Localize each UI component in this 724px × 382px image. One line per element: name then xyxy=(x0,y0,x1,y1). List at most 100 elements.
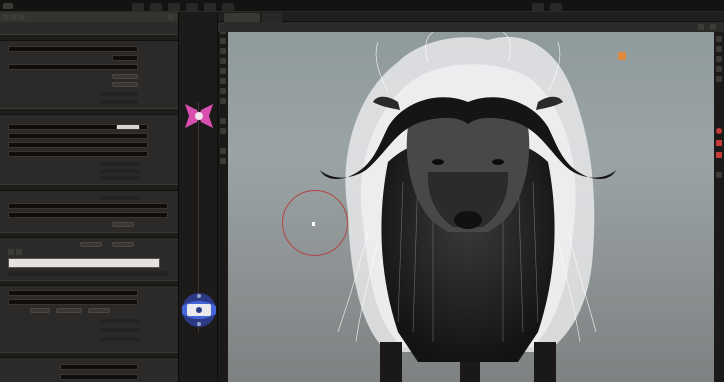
section-header-shading[interactable] xyxy=(0,108,178,115)
render-icon[interactable] xyxy=(716,66,722,72)
tab-5[interactable] xyxy=(203,3,216,11)
right-tab-strip xyxy=(530,0,720,12)
section-header-noise[interactable] xyxy=(0,280,178,286)
node-blue-shape xyxy=(182,293,216,327)
node-blue[interactable] xyxy=(181,282,217,338)
measure-icon[interactable] xyxy=(220,148,226,154)
checkbox-row-1[interactable] xyxy=(100,162,140,166)
snapshot-icon[interactable] xyxy=(716,172,722,178)
brush-icon[interactable] xyxy=(220,68,226,74)
tab-6[interactable] xyxy=(221,3,234,11)
add-guide-button[interactable] xyxy=(112,222,134,227)
gear-icon[interactable] xyxy=(3,14,9,20)
noise-row-2[interactable] xyxy=(100,328,140,332)
stat-row xyxy=(614,124,710,129)
tab-4[interactable] xyxy=(185,3,198,11)
node-pink-shape xyxy=(185,104,213,128)
scale-icon[interactable] xyxy=(220,58,226,64)
add-point-icon[interactable] xyxy=(8,249,14,255)
other-view-tab[interactable] xyxy=(262,13,282,22)
tab-2[interactable] xyxy=(149,3,162,11)
stat-row xyxy=(614,94,710,99)
stop-icon[interactable] xyxy=(716,152,722,158)
view-front-icon[interactable] xyxy=(716,36,722,42)
ramp-button-1[interactable] xyxy=(80,242,102,247)
checkbox-row-3[interactable] xyxy=(100,176,140,180)
smooth-icon[interactable] xyxy=(220,88,226,94)
remove-point-icon[interactable] xyxy=(16,249,22,255)
noise-button-1[interactable] xyxy=(30,308,50,313)
noise-field-2[interactable] xyxy=(8,299,138,305)
reset-button[interactable] xyxy=(112,82,138,87)
stat-row xyxy=(614,64,710,69)
scale-field[interactable] xyxy=(8,142,148,148)
apply-button[interactable] xyxy=(112,74,138,79)
pin-icon[interactable] xyxy=(11,14,17,20)
comb-icon[interactable] xyxy=(220,78,226,84)
section-header-guides[interactable] xyxy=(0,184,178,191)
noise-row-3[interactable] xyxy=(100,337,140,341)
brush-cursor-circle xyxy=(282,190,348,256)
checkbox-row-2[interactable] xyxy=(100,169,140,173)
help-icon[interactable] xyxy=(168,14,174,20)
grid-icon[interactable] xyxy=(716,76,722,82)
app-menu-icon[interactable] xyxy=(3,3,13,9)
snap-icon[interactable] xyxy=(220,158,226,164)
view-top-icon[interactable] xyxy=(716,56,722,62)
ramp-icon-row xyxy=(8,249,28,255)
move-icon[interactable] xyxy=(220,38,226,44)
pivot-field[interactable] xyxy=(8,151,148,157)
ramp-button-2[interactable] xyxy=(112,242,134,247)
tab-3[interactable] xyxy=(167,3,180,11)
stat-row xyxy=(614,130,710,135)
rotation-field[interactable] xyxy=(8,133,148,139)
camera-icon[interactable] xyxy=(220,128,226,134)
node-graph[interactable] xyxy=(178,12,218,382)
lock-icon[interactable] xyxy=(19,14,25,20)
stat-row xyxy=(614,82,710,87)
viewport-header xyxy=(218,22,724,32)
section-header-attributes[interactable] xyxy=(0,34,178,41)
tab-8[interactable] xyxy=(549,3,562,11)
option-row-1[interactable] xyxy=(100,92,138,96)
position-value-field[interactable] xyxy=(116,124,140,130)
stat-row xyxy=(614,88,710,93)
pause-icon[interactable] xyxy=(716,140,722,146)
guide-row-1[interactable] xyxy=(100,196,140,200)
output-field-2[interactable] xyxy=(60,374,138,380)
output-field-1[interactable] xyxy=(60,364,138,370)
color-ramp[interactable] xyxy=(8,258,160,268)
tab-1[interactable] xyxy=(132,3,144,11)
value-field-1[interactable] xyxy=(8,64,138,70)
view-side-icon[interactable] xyxy=(716,46,722,52)
option-row-2[interactable] xyxy=(100,100,138,104)
stat-row xyxy=(614,106,710,111)
noise-row-1[interactable] xyxy=(100,319,140,323)
display-options-icon[interactable] xyxy=(698,24,704,30)
close-icon[interactable] xyxy=(710,24,716,30)
guide-field-2[interactable] xyxy=(8,212,168,218)
stat-row xyxy=(614,70,710,75)
parameter-panel xyxy=(0,12,178,382)
name-field[interactable] xyxy=(8,46,138,52)
color-field[interactable] xyxy=(112,55,138,61)
light-icon[interactable] xyxy=(220,118,226,124)
rotate-icon[interactable] xyxy=(220,48,226,54)
viewport-3d[interactable] xyxy=(228,32,714,382)
node-pink[interactable] xyxy=(183,100,215,132)
noise-button-2[interactable] xyxy=(56,308,82,313)
guide-field-1[interactable] xyxy=(8,203,168,209)
ramp-range-row[interactable] xyxy=(8,271,168,276)
viewport-right-toolbar xyxy=(714,32,724,382)
section-header-output[interactable] xyxy=(0,352,178,358)
section-header-ramp[interactable] xyxy=(0,232,178,238)
scene-view-tab[interactable] xyxy=(224,13,260,22)
noise-button-3[interactable] xyxy=(88,308,110,313)
noise-field-1[interactable] xyxy=(8,290,138,296)
tab-7[interactable] xyxy=(532,3,544,11)
stat-row xyxy=(614,100,710,105)
cut-icon[interactable] xyxy=(220,98,226,104)
overlay-logo-icon xyxy=(618,52,626,60)
record-icon[interactable] xyxy=(716,128,722,134)
overlay-subtitle xyxy=(614,44,710,49)
